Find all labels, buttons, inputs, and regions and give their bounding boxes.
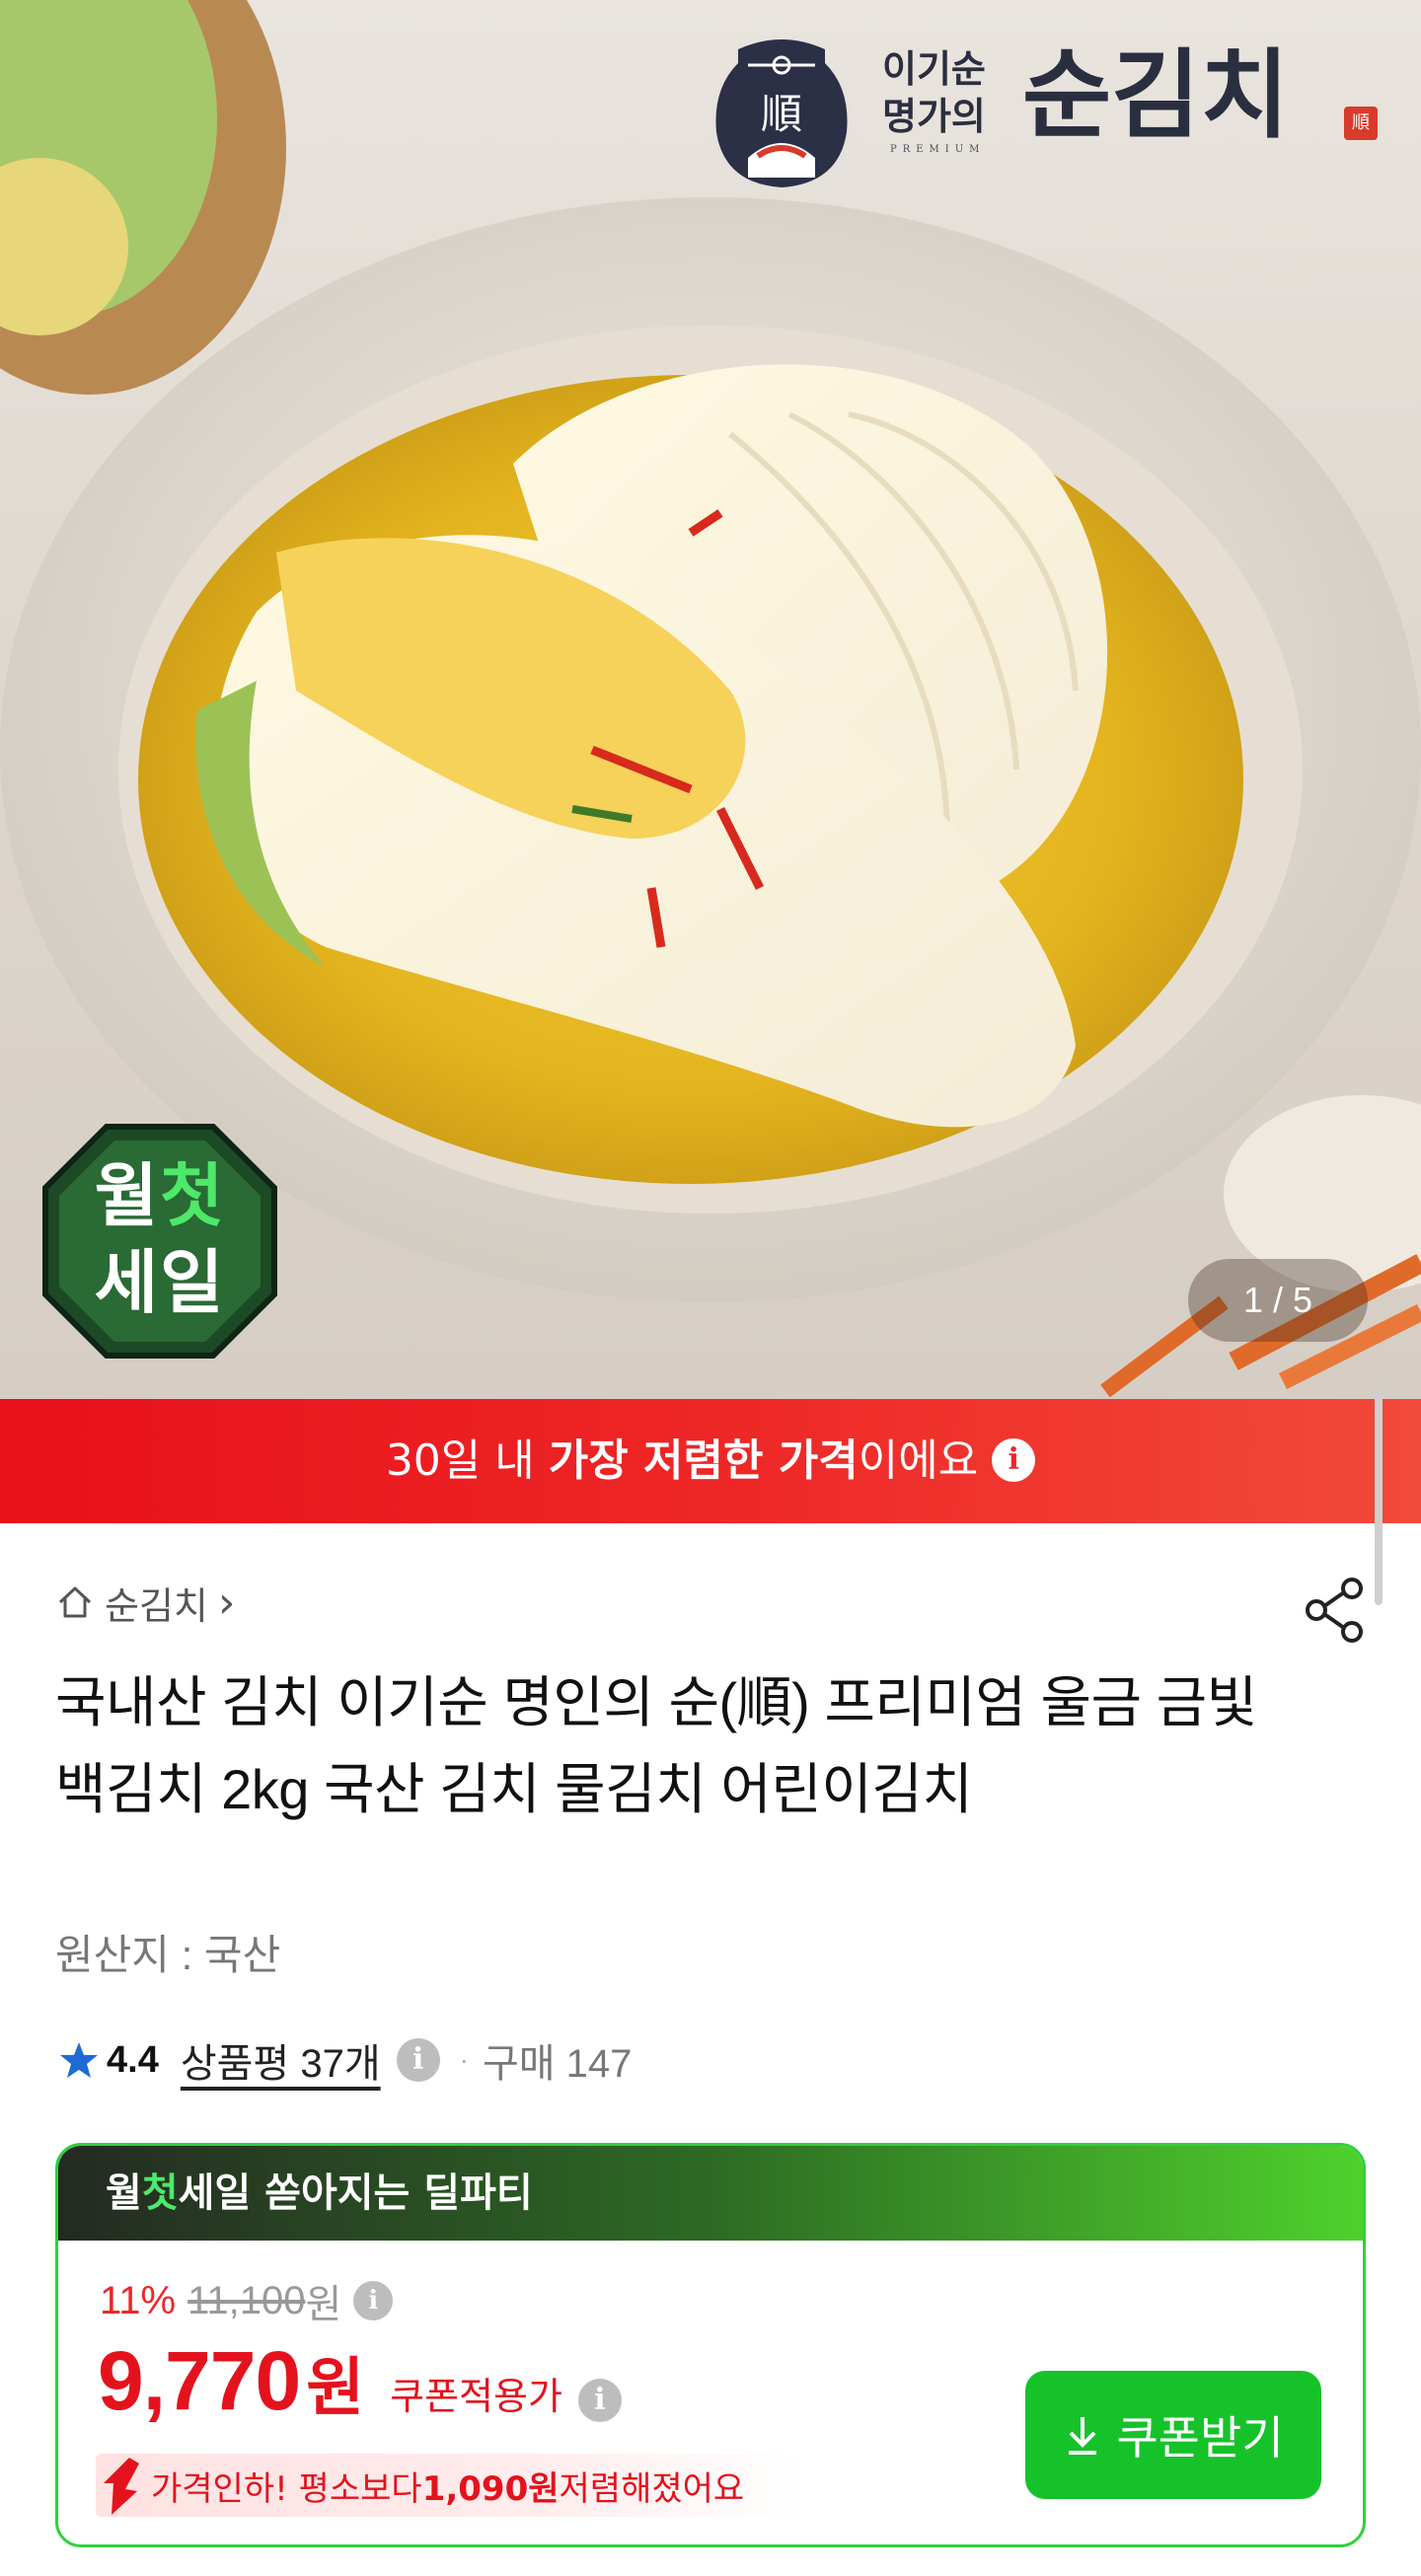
info-icon[interactable]: i <box>577 2379 622 2422</box>
discount-row: 11% 11,100 원 i <box>100 2272 394 2329</box>
price-drop-notice: 가격인하! 평소보다 1,090원 저렴해졌어요 <box>96 2454 806 2517</box>
final-price-row: 9,770 원 쿠폰적용가 i <box>98 2333 622 2429</box>
original-price-unit: 원 <box>305 2283 342 2326</box>
get-coupon-label: 쿠폰받기 <box>1116 2411 1284 2465</box>
final-price: 9,770 <box>98 2334 301 2427</box>
original-price: 11,100 <box>187 2278 306 2322</box>
info-icon[interactable]: i <box>353 2281 394 2320</box>
separator-dot: · <box>459 2044 469 2075</box>
brand-stamp: 順 <box>1344 107 1378 140</box>
brand-premium-label: PREMIUM <box>890 144 986 155</box>
lowest-price-banner[interactable]: 30일 내 가장 저렴한 가격이에요 i <box>0 1399 1421 1523</box>
get-coupon-button[interactable]: 쿠폰받기 <box>1025 2371 1321 2499</box>
brand-seal-icon: 順 <box>715 39 848 187</box>
brand-subtitle: 이기순 명가의 <box>882 46 986 138</box>
download-icon <box>1069 2417 1097 2455</box>
chevron-right-icon: › <box>217 1577 236 1628</box>
deal-header: 월첫세일 쏟아지는 딜파티 <box>58 2146 1363 2241</box>
breadcrumb[interactable]: 순김치 › <box>55 1573 236 1632</box>
down-arrow-icon <box>104 2458 139 2515</box>
discount-percent: 11% <box>100 2278 177 2322</box>
banner-text-bold: 가장 저렴한 가격 <box>548 1435 859 1486</box>
info-icon[interactable]: i <box>992 1438 1036 1482</box>
image-page-counter: 1 / 5 <box>1188 1259 1368 1342</box>
brand-logo: 順 이기순 명가의 PREMIUM 순김치 順 <box>709 22 1378 189</box>
info-icon[interactable]: i <box>396 2038 440 2082</box>
home-icon <box>58 1586 92 1618</box>
rating-row: 4.4 상품평 37개 i · 구매 147 <box>59 2030 632 2090</box>
monthly-sale-badge: 월첫 세일 <box>37 1119 282 1363</box>
breadcrumb-store-link[interactable]: 순김치 <box>105 1576 208 1630</box>
product-title: 국내산 김치 이기순 명인의 순(順) 프리미엄 울금 금빛 백김치 2kg 국… <box>55 1671 1257 1820</box>
origin-label: 원산지 : 국산 <box>55 1932 281 1978</box>
scrollbar[interactable] <box>1375 1386 1383 1605</box>
reviews-link[interactable]: 상품평 37개 <box>181 2031 381 2089</box>
star-icon <box>60 2042 98 2078</box>
deal-card: 월첫세일 쏟아지는 딜파티 11% 11,100 원 i 9,770 원 쿠폰적… <box>55 2143 1366 2547</box>
brand-name: 순김치 <box>1022 38 1290 152</box>
banner-text-prefix: 30일 내 <box>385 1435 549 1486</box>
svg-text:順: 順 <box>761 90 802 138</box>
product-image-carousel[interactable]: 順 이기순 명가의 PREMIUM 순김치 順 월첫 세일 1 / 5 <box>0 0 1421 1399</box>
share-icon[interactable] <box>1301 1575 1370 1644</box>
purchase-count: 구매 147 <box>482 2042 633 2086</box>
coupon-price-label: 쿠폰적용가 <box>390 2375 562 2418</box>
banner-text-suffix: 이에요 <box>858 1435 979 1486</box>
final-price-unit: 원 <box>306 2352 365 2425</box>
rating-score: 4.4 <box>107 2038 159 2081</box>
